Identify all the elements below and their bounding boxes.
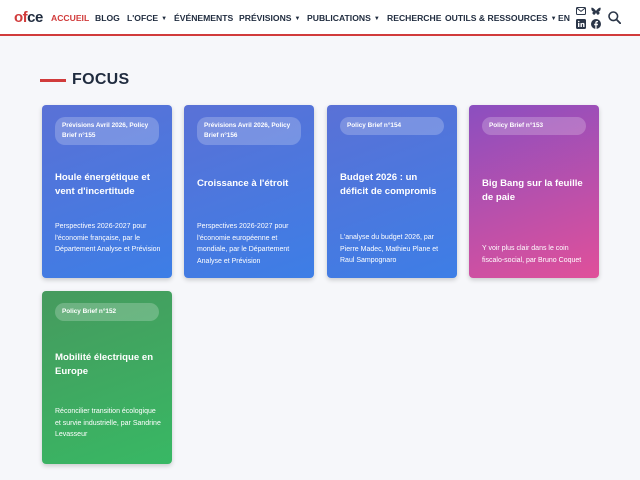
section-heading: FOCUS xyxy=(40,70,130,90)
focus-card[interactable]: Prévisions Avril 2026, Policy Brief n°15… xyxy=(184,105,314,278)
card-description: Perspectives 2026-2027 pour l'économie f… xyxy=(55,223,161,254)
card-tag: Policy Brief n°152 xyxy=(55,303,159,321)
nav-item-tools-label: OUTILS & RESSOURCES xyxy=(445,13,548,23)
nav-item-research[interactable]: RECHERCHE xyxy=(387,13,441,23)
nav-item-events[interactable]: ÉVÉNEMENTS xyxy=(174,13,233,23)
card-title: Big Bang sur la feuille de paie xyxy=(482,178,583,203)
logo-letters-ce: ce xyxy=(27,9,43,26)
nav-item-publications-label: PUBLICATIONS xyxy=(307,13,371,23)
linkedin-icon[interactable] xyxy=(576,19,586,29)
card-description: Réconcilier transition écologique et sur… xyxy=(55,408,161,439)
card-description: L'analyse du budget 2026, par Pierre Mad… xyxy=(340,234,439,265)
nav-item-blog[interactable]: BLOG xyxy=(95,13,120,23)
focus-card[interactable]: Policy Brief n°152 Mobilité électrique e… xyxy=(42,291,172,464)
chevron-down-icon: ▼ xyxy=(161,16,168,22)
chevron-down-icon: ▼ xyxy=(373,16,380,22)
nav-item-forecasts[interactable]: PRÉVISIONS ▼ xyxy=(239,13,301,23)
chevron-down-icon: ▼ xyxy=(294,16,301,22)
card-title: Houle énergétique et vent d'incertitude xyxy=(55,172,150,197)
card-description: Y voir plus clair dans le coin fiscalo-s… xyxy=(482,245,582,264)
section-title: FOCUS xyxy=(72,71,130,88)
card-title: Budget 2026 : un déficit de compromis xyxy=(340,172,437,197)
logo-letter-o: o xyxy=(14,9,23,26)
language-switch-en[interactable]: EN xyxy=(558,13,570,23)
mail-icon[interactable] xyxy=(576,7,586,15)
chevron-down-icon: ▼ xyxy=(550,16,557,22)
nav-item-home[interactable]: ACCUEIL xyxy=(51,13,89,23)
nav-item-tools[interactable]: OUTILS & RESSOURCES ▼ xyxy=(445,13,557,23)
nav-item-about-label: L'OFCE xyxy=(127,13,159,23)
card-tag: Prévisions Avril 2026, Policy Brief n°15… xyxy=(197,117,301,145)
ofce-logo[interactable]: ofce xyxy=(14,9,43,26)
focus-card[interactable]: Prévisions Avril 2026, Policy Brief n°15… xyxy=(42,105,172,278)
card-description: Perspectives 2026-2027 pour l'économie e… xyxy=(197,223,290,265)
focus-card[interactable]: Policy Brief n°154 Budget 2026 : un défi… xyxy=(327,105,457,278)
card-title: Mobilité électrique en Europe xyxy=(55,352,154,377)
search-icon[interactable] xyxy=(608,11,621,24)
focus-card[interactable]: Policy Brief n°153 Big Bang sur la feuil… xyxy=(469,105,599,278)
card-tag: Policy Brief n°154 xyxy=(340,117,444,135)
section-title-accent-bar xyxy=(40,78,66,82)
facebook-icon[interactable] xyxy=(591,19,601,29)
card-tag: Policy Brief n°153 xyxy=(482,117,586,135)
bluesky-icon[interactable] xyxy=(591,7,601,16)
card-tag: Prévisions Avril 2026, Policy Brief n°15… xyxy=(55,117,159,145)
nav-item-about[interactable]: L'OFCE ▼ xyxy=(127,13,167,23)
top-navbar: ofce ACCUEIL BLOG L'OFCE ▼ ÉVÉNEMENTS PRÉ… xyxy=(0,0,640,36)
card-title: Croissance à l'étroit xyxy=(197,178,289,189)
nav-item-publications[interactable]: PUBLICATIONS ▼ xyxy=(307,13,380,23)
nav-item-forecasts-label: PRÉVISIONS xyxy=(239,13,292,23)
